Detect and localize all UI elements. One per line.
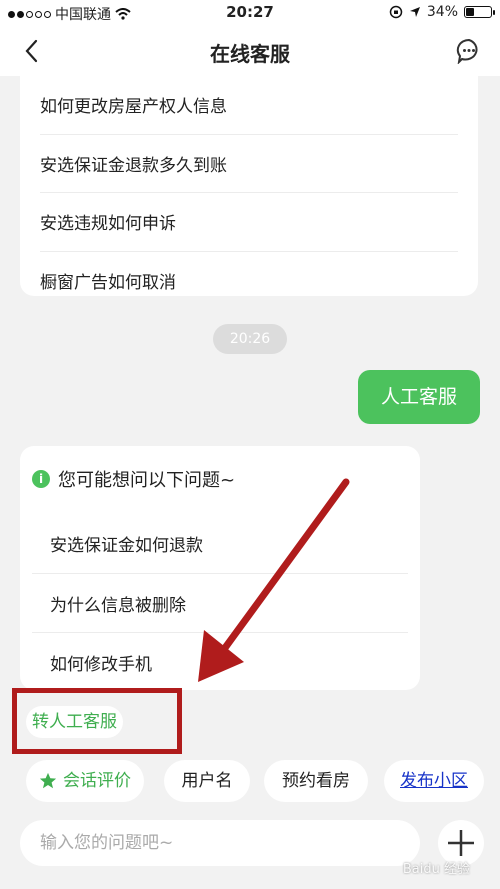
suggestions-header: i 您可能想问以下问题~ bbox=[32, 466, 235, 492]
annotation-highlight-box bbox=[12, 688, 182, 754]
rotation-lock-icon bbox=[389, 5, 403, 19]
user-message-bubble: 人工客服 bbox=[358, 370, 480, 424]
faq-card: 如何更改房屋产权人信息 安选保证金退款多久到账 安选违规如何申诉 橱窗广告如何取… bbox=[20, 76, 478, 296]
battery-fill bbox=[466, 8, 475, 16]
battery-icon bbox=[464, 6, 495, 18]
faq-item-label: 安选违规如何申诉 bbox=[40, 214, 176, 235]
location-icon bbox=[409, 7, 420, 17]
page-title: 在线客服 bbox=[210, 42, 290, 66]
faq-item-label: 如何更改房屋产权人信息 bbox=[40, 97, 227, 118]
star-icon bbox=[39, 772, 57, 789]
battery-percent: 34% bbox=[426, 4, 458, 20]
suggestion-item[interactable]: 安选保证金如何退款 bbox=[32, 514, 408, 573]
question-input[interactable] bbox=[20, 820, 420, 866]
chat-bubble-icon[interactable] bbox=[456, 38, 482, 64]
suggestion-item[interactable]: 为什么信息被删除 bbox=[32, 573, 408, 632]
faq-item[interactable]: 如何更改房屋产权人信息 bbox=[40, 76, 458, 135]
faq-item[interactable]: 安选违规如何申诉 bbox=[40, 193, 458, 252]
quick-actions-row: 会话评价 用户名 预约看房 发布小区 bbox=[0, 760, 500, 806]
status-bar: 中国联通 20:27 34% bbox=[0, 0, 500, 26]
username-button[interactable]: 用户名 bbox=[164, 760, 250, 802]
suggestions-title: 您可能想问以下问题~ bbox=[58, 470, 236, 491]
faq-item[interactable]: 安选保证金退款多久到账 bbox=[40, 135, 458, 193]
publish-community-link[interactable]: 发布小区 bbox=[384, 760, 484, 802]
suggestions-list: 安选保证金如何退款 为什么信息被删除 如何修改手机 bbox=[32, 514, 408, 691]
suggestion-label: 如何修改手机 bbox=[50, 654, 152, 675]
suggestions-card: i 您可能想问以下问题~ 安选保证金如何退款 为什么信息被删除 如何修改手机 bbox=[20, 446, 420, 690]
chat-timestamp: 20:26 bbox=[213, 324, 287, 354]
suggestion-item[interactable]: 如何修改手机 bbox=[32, 632, 408, 691]
rate-session-label: 会话评价 bbox=[63, 771, 131, 791]
nav-bar: 在线客服 bbox=[0, 26, 500, 76]
rate-session-button[interactable]: 会话评价 bbox=[26, 760, 144, 802]
faq-item-label: 橱窗广告如何取消 bbox=[40, 273, 176, 294]
suggestion-label: 安选保证金如何退款 bbox=[50, 536, 203, 556]
suggestion-label: 为什么信息被删除 bbox=[50, 595, 186, 616]
book-viewing-button[interactable]: 预约看房 bbox=[264, 760, 368, 802]
info-icon: i bbox=[32, 470, 50, 488]
status-right: 34% bbox=[389, 4, 495, 20]
faq-item-label: 安选保证金退款多久到账 bbox=[40, 155, 227, 176]
watermark: Baidu 经验 bbox=[402, 862, 470, 877]
faq-item[interactable]: 橱窗广告如何取消 bbox=[40, 252, 458, 311]
